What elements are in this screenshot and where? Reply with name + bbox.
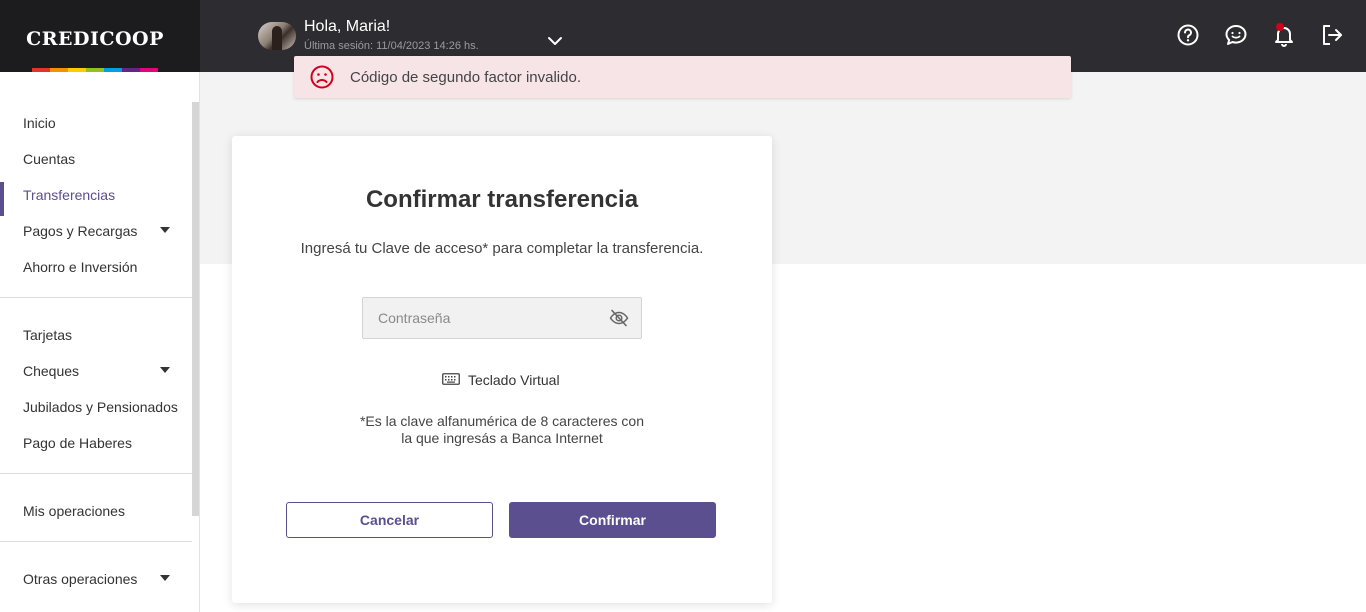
confirm-button[interactable]: Confirmar (509, 502, 716, 538)
virtual-keyboard-label: Teclado Virtual (468, 372, 560, 388)
sidebar-item-ahorro-inversion[interactable]: Ahorro e Inversión (0, 252, 192, 282)
sidebar-item-cuentas[interactable]: Cuentas (0, 144, 192, 174)
password-hint: *Es la clave alfanumérica de 8 caractere… (232, 413, 772, 447)
error-toast: Código de segundo factor invalido. (294, 56, 1071, 98)
password-hint-line: *Es la clave alfanumérica de 8 caractere… (359, 413, 645, 429)
help-icon[interactable] (1176, 22, 1200, 48)
sidebar-item-otras-operaciones[interactable]: Otras operaciones (0, 564, 192, 594)
sidebar-divider (0, 297, 192, 298)
confirm-transfer-dialog: Confirmar transferencia Ingresá tu Clave… (232, 136, 772, 603)
sidebar-item-pagos-recargas[interactable]: Pagos y Recargas (0, 216, 192, 246)
avatar (258, 22, 296, 50)
brand-logo[interactable]: CREDICOOP (0, 0, 200, 72)
logout-icon[interactable] (1320, 22, 1344, 48)
sidebar: Inicio Cuentas Transferencias Pagos y Re… (0, 72, 200, 612)
sidebar-divider (0, 541, 192, 542)
sidebar-item-cheques[interactable]: Cheques (0, 356, 192, 386)
keyboard-icon (442, 373, 460, 385)
sidebar-item-label: Ahorro e Inversión (23, 259, 138, 275)
chat-icon[interactable] (1224, 22, 1248, 48)
password-input[interactable] (363, 298, 603, 338)
bell-icon[interactable] (1272, 22, 1296, 48)
caret-down-icon (160, 227, 170, 233)
sidebar-item-label: Inicio (23, 115, 56, 131)
sidebar-item-label: Pagos y Recargas (23, 223, 138, 239)
password-field (362, 297, 642, 339)
sidebar-scrollbar[interactable] (192, 102, 199, 516)
sidebar-item-label: Cheques (23, 363, 80, 379)
chevron-down-icon[interactable] (546, 34, 564, 48)
toast-message: Código de segundo factor invalido. (350, 69, 581, 86)
sidebar-divider (0, 473, 192, 474)
eye-off-icon[interactable] (609, 308, 629, 328)
sidebar-item-inicio[interactable]: Inicio (0, 108, 192, 138)
sidebar-item-label: Otras operaciones (23, 571, 138, 587)
sidebar-item-label: Transferencias (23, 187, 116, 203)
cancel-button[interactable]: Cancelar (286, 502, 493, 538)
dialog-subtitle: Ingresá tu Clave de acceso* para complet… (300, 240, 704, 257)
notification-badge (1276, 23, 1284, 31)
sidebar-item-transferencias[interactable]: Transferencias (0, 180, 192, 216)
sidebar-item-mis-operaciones[interactable]: Mis operaciones (0, 496, 192, 526)
last-session: Última sesión: 11/04/2023 14:26 hs. (304, 40, 479, 52)
sidebar-item-label: Jubilados y Pensionados (23, 399, 178, 415)
sad-face-icon (310, 65, 334, 89)
greeting: Hola, Maria! (304, 18, 391, 35)
sidebar-item-label: Tarjetas (23, 327, 73, 343)
sidebar-item-tarjetas[interactable]: Tarjetas (0, 320, 192, 350)
sidebar-item-label: Pago de Haberes (23, 435, 132, 451)
caret-down-icon (160, 575, 170, 581)
sidebar-item-label: Cuentas (23, 151, 76, 167)
sidebar-item-jubilados[interactable]: Jubilados y Pensionados (0, 392, 192, 422)
password-hint-line: la que ingresás a Banca Internet (401, 430, 603, 446)
caret-down-icon (160, 367, 170, 373)
sidebar-item-pago-haberes[interactable]: Pago de Haberes (0, 428, 192, 458)
dialog-title: Confirmar transferencia (365, 186, 639, 213)
brand-name: CREDICOOP (26, 28, 164, 50)
header-actions (1176, 22, 1344, 48)
sidebar-item-label: Mis operaciones (23, 503, 125, 519)
